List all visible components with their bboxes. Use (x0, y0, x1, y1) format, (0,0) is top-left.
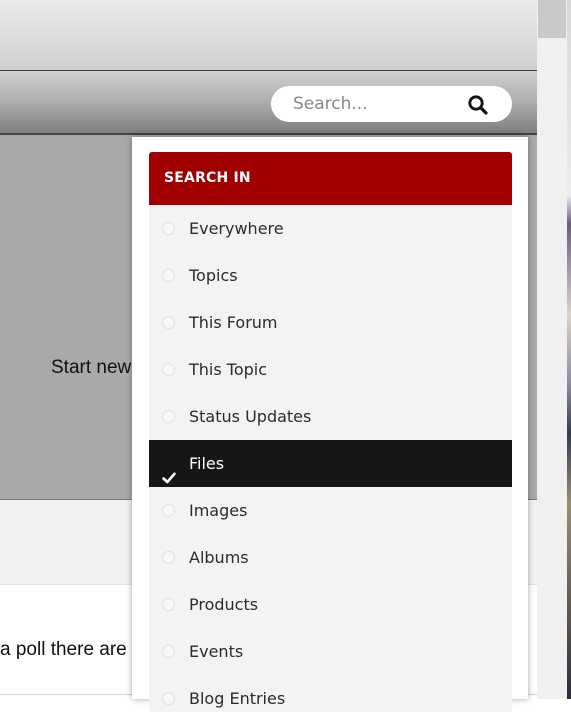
menu-item[interactable]: Blog Entries (149, 675, 512, 712)
menu-item-label: This Forum (189, 313, 278, 332)
menu-item[interactable]: This Forum (149, 299, 512, 346)
search-box[interactable] (271, 86, 512, 122)
radio-circle-icon (162, 598, 175, 611)
menu-item-label: Albums (189, 548, 249, 567)
menu-item-label: Images (189, 501, 248, 520)
menu-item[interactable]: This Topic (149, 346, 512, 393)
check-icon (162, 456, 176, 484)
search-input[interactable] (293, 92, 463, 116)
menu-header: SEARCH IN (149, 152, 512, 205)
radio-circle-icon (162, 645, 175, 658)
menu-item[interactable]: Files (149, 440, 512, 487)
scrollbar-track[interactable] (537, 0, 567, 699)
radio-circle-icon (162, 410, 175, 423)
menu-item-label: Products (189, 595, 259, 614)
menu-item-label: Blog Entries (189, 689, 286, 708)
menu-item-label: This Topic (189, 360, 268, 379)
menu-item[interactable]: Topics (149, 252, 512, 299)
menu-item-label: Topics (189, 266, 238, 285)
menu-item[interactable]: Events (149, 628, 512, 675)
radio-circle-icon (162, 269, 175, 282)
search-icon[interactable] (467, 94, 489, 116)
menu-item[interactable]: Albums (149, 534, 512, 581)
poll-text: a poll there are (0, 639, 127, 660)
menu-items-list: Everywhere Topics This Forum This Topic Stat… (149, 205, 512, 712)
search-scope-dropdown: SEARCH IN Everywhere Topics This Forum This… (132, 137, 528, 712)
radio-circle-icon (162, 363, 175, 376)
top-header-band (0, 0, 537, 71)
radio-circle-icon (162, 222, 175, 235)
menu-item-label: Files (189, 454, 225, 473)
menu-item[interactable]: Images (149, 487, 512, 534)
search-scope-menu: SEARCH IN Everywhere Topics This Forum This… (149, 152, 512, 712)
radio-circle-icon (162, 551, 175, 564)
radio-circle-icon (162, 504, 175, 517)
start-new-text[interactable]: Start new (51, 357, 131, 379)
background-window-edge (567, 0, 571, 699)
menu-item-label: Events (189, 642, 244, 661)
menu-item[interactable]: Status Updates (149, 393, 512, 440)
radio-circle-icon (162, 316, 175, 329)
scrollbar-thumb[interactable] (538, 0, 566, 38)
menu-item-label: Status Updates (189, 407, 312, 426)
menu-item[interactable]: Everywhere (149, 205, 512, 252)
menu-item-label: Everywhere (189, 219, 284, 238)
menu-item[interactable]: Products (149, 581, 512, 628)
